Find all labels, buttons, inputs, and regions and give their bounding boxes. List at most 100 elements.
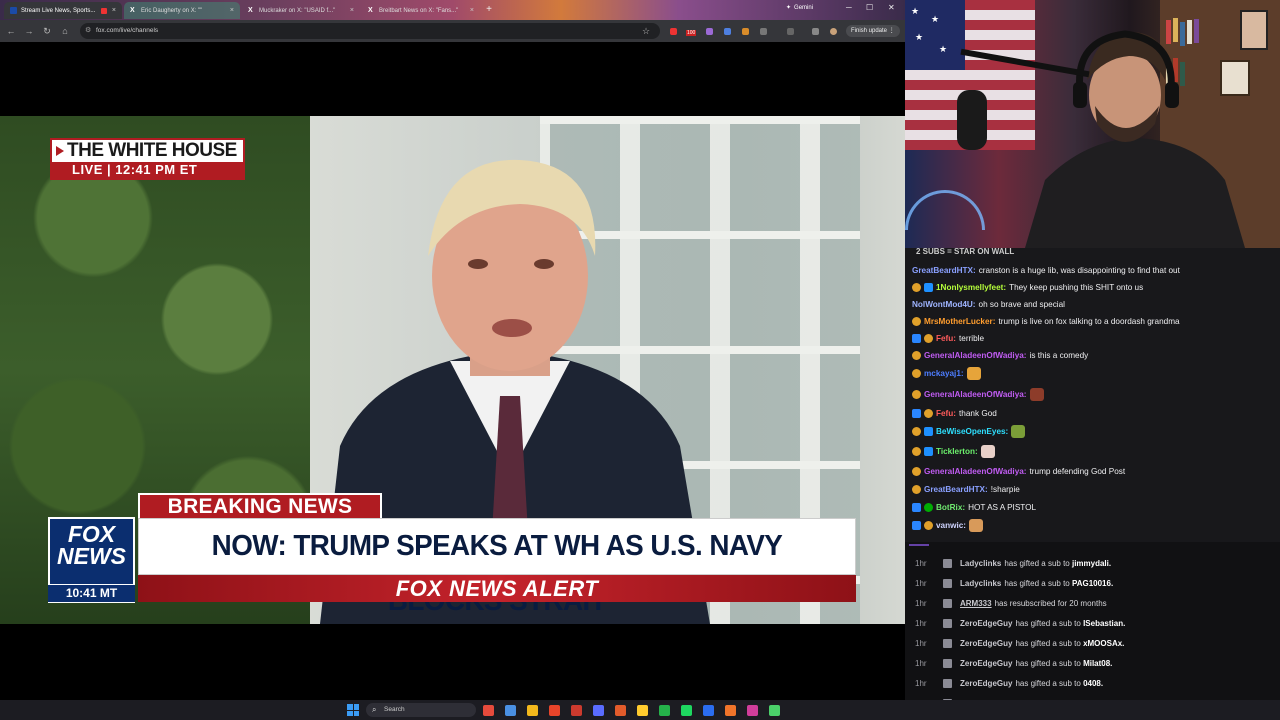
minimize-icon[interactable]: ─: [846, 3, 852, 12]
windows-start-icon[interactable]: [347, 704, 359, 716]
extensions-puzzle-icon[interactable]: [760, 28, 767, 35]
url-bar[interactable]: ⚙ fox.com/live/channels: [80, 23, 660, 39]
close-window-icon[interactable]: ✕: [888, 3, 895, 12]
fox-news-logo-text: FOX NEWS: [57, 521, 126, 569]
chat-username[interactable]: vanwic:: [936, 521, 966, 530]
taskbar-app-icon[interactable]: [769, 705, 780, 716]
event-recipient[interactable]: jimmydali.: [1072, 559, 1111, 568]
event-user[interactable]: ZeroEdgeGuy: [960, 679, 1012, 688]
tab-x-muckraker[interactable]: X Muckraker on X: "USAID f..." ×: [242, 2, 360, 19]
chat-username[interactable]: Ticklerton:: [936, 447, 978, 456]
event-recipient[interactable]: xMOOSAx.: [1083, 639, 1124, 648]
breaking-news-tag: BREAKING NEWS: [138, 493, 382, 521]
event-recipient[interactable]: ISebastian.: [1083, 619, 1125, 628]
chat-message: GeneralAladeenOfWadiya: is this a comedy: [912, 346, 1088, 364]
extension-icon[interactable]: [706, 28, 713, 35]
chat-username[interactable]: mckayaj1:: [924, 369, 964, 378]
taskbar-app-icon[interactable]: [637, 705, 648, 716]
event-user[interactable]: Ladyclinks: [960, 579, 1001, 588]
chat-username[interactable]: BotRix:: [936, 503, 965, 512]
gift-badge-icon: [912, 426, 921, 436]
event-user[interactable]: ZeroEdgeGuy: [960, 619, 1012, 628]
chat-username[interactable]: GeneralAladeenOfWadiya:: [924, 467, 1027, 476]
event-recipient[interactable]: Milat08.: [1083, 659, 1112, 668]
chat-username[interactable]: Fefu:: [936, 334, 956, 343]
event-action: has gifted a sub to: [1015, 678, 1084, 688]
event-time: 1hr: [915, 578, 927, 588]
site-info-icon[interactable]: ⚙: [85, 23, 91, 39]
chat-username[interactable]: 1Nonlysmellyfeet:: [936, 283, 1006, 292]
tab-x-eric[interactable]: X Eric Daugherty on X: "" ×: [124, 2, 240, 19]
live-time-label: LIVE | 12:41 PM ET: [52, 162, 243, 178]
chat-username[interactable]: GeneralAladeenOfWadiya:: [924, 390, 1027, 399]
taskbar-search[interactable]: ⌕ Search: [366, 703, 476, 717]
event-row: 1hr ZeroEdgeGuy has gifted a sub to ISebas…: [915, 613, 1125, 633]
gemini-sparkle-icon: ✦: [786, 5, 792, 11]
event-recipient[interactable]: 0408.: [1083, 679, 1103, 688]
profile-avatar[interactable]: [830, 28, 837, 35]
chat-text: oh so brave and special: [978, 299, 1065, 309]
chat-username[interactable]: GreatBeardHTX:: [924, 485, 988, 494]
event-user[interactable]: ARM333: [960, 599, 992, 608]
taskbar-app-icon[interactable]: [505, 705, 516, 716]
taskbar-app-icon[interactable]: [703, 705, 714, 716]
taskbar-app-icon[interactable]: [527, 705, 538, 716]
event-user[interactable]: ZeroEdgeGuy: [960, 659, 1012, 668]
blue-badge-icon: [924, 426, 933, 436]
chat-username[interactable]: Fefu:: [936, 409, 956, 418]
chat-panel: 2 SUBS = STAR ON WALL GreatBeardHTX: cran…: [905, 248, 1280, 542]
event-recipient[interactable]: PAG10016.: [1072, 579, 1113, 588]
side-panel-icon[interactable]: [787, 28, 794, 35]
extension-icon[interactable]: [812, 28, 819, 35]
chat-message: mckayaj1:: [912, 364, 981, 382]
finish-update-button[interactable]: Finish update ⋮: [846, 25, 900, 37]
back-arrow-icon[interactable]: ←: [6, 26, 16, 36]
maximize-icon[interactable]: ☐: [866, 3, 873, 12]
event-user[interactable]: Ladyclinks: [960, 559, 1001, 568]
chat-text: is this a comedy: [1029, 350, 1089, 360]
taskbar-app-icon[interactable]: [725, 705, 736, 716]
new-tab-button[interactable]: +: [483, 4, 495, 16]
chat-username[interactable]: GeneralAladeenOfWadiya:: [924, 351, 1027, 360]
extension-icon[interactable]: [742, 28, 749, 35]
close-tab-icon[interactable]: ×: [350, 7, 354, 14]
reload-icon[interactable]: ↻: [42, 26, 52, 36]
video-player[interactable]: THE WHITE HOUSE LIVE | 12:41 PM ET BREAK…: [0, 116, 905, 624]
recording-indicator-icon: [101, 7, 108, 14]
chat-username[interactable]: GreatBeardHTX:: [912, 266, 976, 275]
chat-message: NolWontMod4U: oh so brave and special: [912, 295, 1065, 313]
taskbar-app-icon[interactable]: [615, 705, 626, 716]
tab-fox-live[interactable]: Stream Live News, Sports... ×: [4, 2, 122, 19]
tab-title: Stream Live News, Sports...: [21, 7, 96, 14]
chat-username[interactable]: BeWiseOpenEyes:: [936, 427, 1008, 436]
extension-icon[interactable]: [670, 28, 677, 35]
taskbar-app-icon[interactable]: [571, 705, 582, 716]
chat-username[interactable]: NolWontMod4U:: [912, 300, 976, 309]
home-icon[interactable]: ⌂: [60, 26, 70, 36]
taskbar-app-icon[interactable]: [747, 705, 758, 716]
taskbar-app-icon[interactable]: [659, 705, 670, 716]
close-tab-icon[interactable]: ×: [470, 7, 474, 14]
tab-x-breitbart[interactable]: X Breitbart News on X: "Fans..." ×: [362, 2, 480, 19]
taskbar-app-icon[interactable]: [549, 705, 560, 716]
extension-icon[interactable]: [724, 28, 731, 35]
forward-arrow-icon[interactable]: →: [24, 26, 34, 36]
star-icon: ★: [915, 32, 924, 42]
taskbar-app-icon[interactable]: [593, 705, 604, 716]
address-toolbar: ← → ↻ ⌂ ⚙ fox.com/live/channels ☆ 100 Fi…: [0, 20, 905, 42]
event-row: 1hrZeroEdgeGuyhas gifted a sub to burkar…: [915, 693, 1143, 700]
event-user[interactable]: ZeroEdgeGuy: [960, 639, 1012, 648]
chat-banner: 2 SUBS = STAR ON WALL: [905, 248, 1280, 257]
local-time: 10:41 MT: [48, 584, 135, 602]
gift-icon: [943, 638, 952, 648]
close-tab-icon[interactable]: ×: [230, 7, 234, 14]
prime-badge-icon: [912, 408, 921, 418]
taskbar-app-icon[interactable]: [483, 705, 494, 716]
close-tab-icon[interactable]: ×: [112, 7, 116, 14]
bookmark-star-icon[interactable]: ☆: [642, 26, 650, 36]
event-row: 1hr ZeroEdgeGuy has gifted a sub to 0408.: [915, 673, 1103, 693]
taskbar-app-icon[interactable]: [681, 705, 692, 716]
browser-window: Stream Live News, Sports... × X Eric Dau…: [0, 0, 905, 700]
chat-username[interactable]: MrsMotherLucker:: [924, 317, 995, 326]
gemini-button[interactable]: ✦ Gemini: [786, 4, 813, 12]
